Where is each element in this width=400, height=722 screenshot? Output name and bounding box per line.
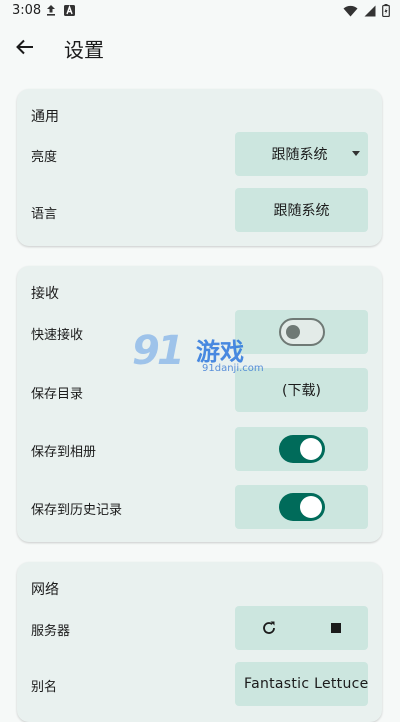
watermark: 91 游戏 91danji.com <box>132 328 272 378</box>
brightness-dropdown[interactable]: 跟随系统 <box>235 132 368 176</box>
quick-receive-label: 快速接收 <box>31 328 84 343</box>
server-label: 服务器 <box>31 624 71 639</box>
signal-icon <box>364 5 376 16</box>
brightness-label: 亮度 <box>31 150 58 165</box>
language-label: 语言 <box>31 207 58 222</box>
save-album-switch[interactable] <box>278 435 325 463</box>
status-time: 3:08 <box>12 3 42 18</box>
refresh-icon[interactable] <box>261 620 277 636</box>
page-title: 设置 <box>64 38 104 62</box>
app-bar: 设置 <box>0 22 400 72</box>
save-dir-label: 保存目录 <box>31 387 84 402</box>
general-title: 通用 <box>31 109 59 125</box>
back-button[interactable] <box>10 32 40 62</box>
alias-value: Fantastic Lettuce <box>244 676 368 692</box>
stop-icon[interactable] <box>330 622 342 634</box>
server-controls <box>235 606 368 650</box>
quick-receive-switch[interactable] <box>278 318 325 346</box>
watermark-logo: 91 <box>132 328 185 374</box>
chevron-down-icon <box>352 151 360 156</box>
status-right-icons <box>343 4 390 17</box>
language-button[interactable]: 跟随系统 <box>235 188 368 232</box>
status-left-icons <box>46 4 75 16</box>
general-card: 通用 亮度 跟随系统 语言 跟随系统 <box>17 89 382 246</box>
upload-arrow-icon <box>47 5 55 16</box>
receive-card: 接收 快速接收 保存目录 (下载) 保存到相册 保存到历史记录 <box>17 266 382 542</box>
watermark-site: 91danji.com <box>202 363 264 374</box>
alias-button[interactable]: Fantastic Lettuce <box>235 662 368 706</box>
a-notification-icon <box>64 4 75 16</box>
network-title: 网络 <box>31 582 59 598</box>
wifi-icon <box>343 5 358 16</box>
status-bar: 3:08 <box>0 0 400 22</box>
save-album-cell <box>235 427 368 471</box>
brightness-value: 跟随系统 <box>271 147 328 163</box>
network-card: 网络 服务器 别名 Fantastic Lettuce <box>17 562 382 722</box>
battery-icon <box>382 4 390 17</box>
save-history-label: 保存到历史记录 <box>31 503 123 518</box>
switch-knob <box>299 496 322 518</box>
language-value: 跟随系统 <box>273 203 330 219</box>
arrow-left-icon <box>16 39 33 55</box>
switch-knob <box>299 438 322 460</box>
save-dir-value: (下载) <box>282 383 321 399</box>
receive-title: 接收 <box>31 286 59 302</box>
save-album-label: 保存到相册 <box>31 445 97 460</box>
switch-knob <box>285 325 300 339</box>
alias-label: 别名 <box>31 680 58 695</box>
save-history-switch[interactable] <box>278 493 325 521</box>
watermark-brand: 游戏 <box>196 338 244 366</box>
save-history-cell <box>235 485 368 529</box>
